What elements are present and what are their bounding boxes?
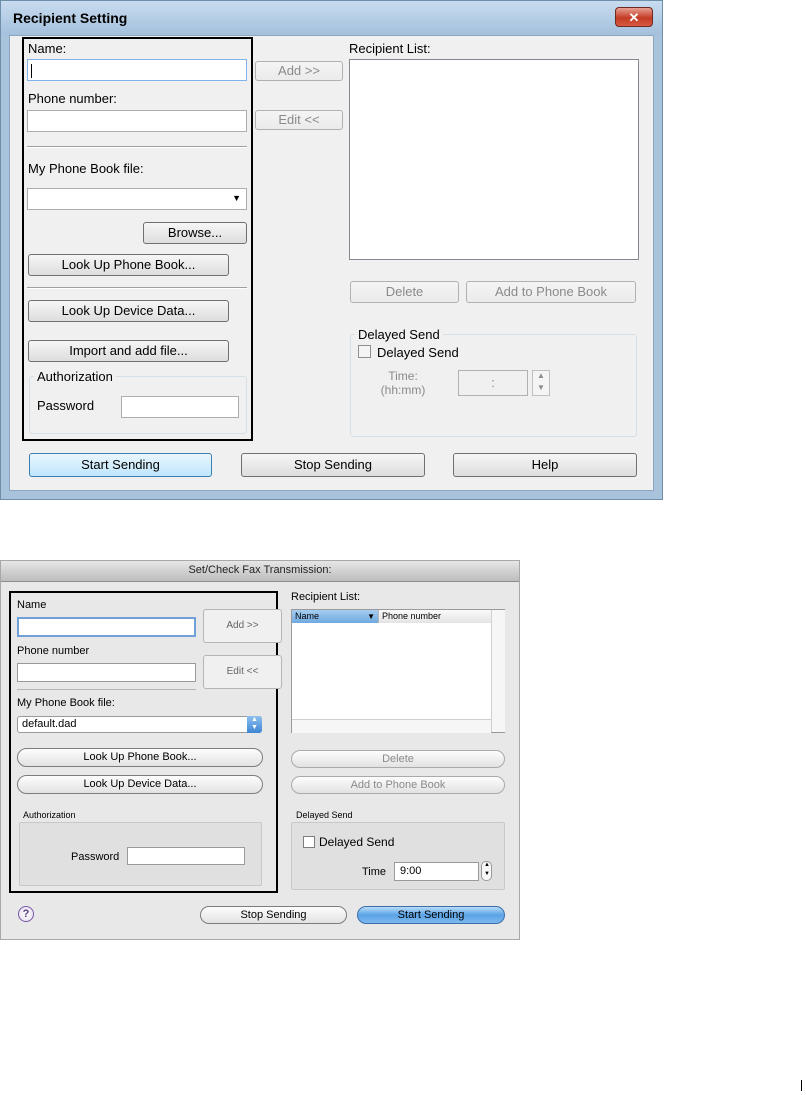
time-spinner[interactable]: ▲ ▼ bbox=[532, 370, 550, 396]
spin-down-icon[interactable]: ▼ bbox=[537, 383, 545, 392]
phone-number-input[interactable] bbox=[27, 110, 247, 132]
password-label: Password bbox=[71, 851, 120, 863]
edit-button[interactable]: Edit << bbox=[203, 655, 282, 689]
import-and-add-file-button[interactable]: Import and add file... bbox=[28, 340, 229, 362]
recipient-list-label: Recipient List: bbox=[291, 591, 361, 603]
authorization-label: Authorization bbox=[23, 810, 76, 820]
delayed-send-checkbox[interactable] bbox=[303, 836, 315, 848]
phone-number-label: Phone number: bbox=[28, 91, 117, 106]
authorization-label: Authorization bbox=[34, 369, 116, 384]
password-input[interactable] bbox=[121, 396, 239, 418]
column-header-name[interactable]: Name ▼ bbox=[292, 610, 378, 623]
text-caret bbox=[31, 64, 32, 78]
stop-sending-button[interactable]: Stop Sending bbox=[200, 906, 347, 924]
name-label: Name bbox=[17, 599, 47, 611]
name-label: Name: bbox=[28, 41, 67, 56]
add-button[interactable]: Add >> bbox=[203, 609, 282, 643]
password-input[interactable] bbox=[127, 847, 245, 865]
delayed-send-group-label: Delayed Send bbox=[355, 327, 443, 342]
spin-up-icon[interactable]: ▲ bbox=[537, 371, 545, 380]
help-button[interactable]: Help bbox=[453, 453, 637, 477]
edit-button[interactable]: Edit << bbox=[255, 110, 343, 130]
phone-number-input[interactable] bbox=[17, 663, 196, 682]
password-label: Password bbox=[37, 398, 95, 413]
window-title: Set/Check Fax Transmission: bbox=[188, 564, 332, 576]
step-down-icon[interactable]: ▼ bbox=[484, 871, 490, 877]
time-input[interactable]: : bbox=[458, 370, 528, 396]
phone-number-label: Phone number bbox=[17, 645, 90, 657]
look-up-device-data-button[interactable]: Look Up Device Data... bbox=[17, 775, 263, 794]
delayed-send-checkbox-label: Delayed Send bbox=[377, 345, 459, 360]
column-header-phone-number[interactable]: Phone number bbox=[378, 610, 491, 623]
recipient-list-label: Recipient List: bbox=[349, 41, 431, 56]
separator bbox=[17, 689, 196, 690]
start-sending-button[interactable]: Start Sending bbox=[357, 906, 505, 924]
dropdown-arrow-icon: ▼ bbox=[232, 193, 241, 203]
time-stepper[interactable]: ▲ ▼ bbox=[481, 861, 492, 881]
time-input[interactable]: 9:00 bbox=[394, 862, 479, 881]
set-check-fax-transmission-window: Set/Check Fax Transmission: Name Phone n… bbox=[0, 560, 520, 940]
add-to-phone-book-button[interactable]: Add to Phone Book bbox=[466, 281, 636, 303]
name-input[interactable] bbox=[17, 617, 196, 637]
close-icon: ✕ bbox=[628, 10, 640, 25]
browse-button[interactable]: Browse... bbox=[143, 222, 247, 244]
window-title: Recipient Setting bbox=[13, 10, 128, 26]
recipient-setting-window: Recipient Setting ✕ Name: Phone number: … bbox=[0, 0, 663, 500]
recipient-list[interactable]: Name ▼ Phone number bbox=[291, 609, 505, 733]
close-button[interactable]: ✕ bbox=[615, 7, 653, 27]
delayed-send-checkbox[interactable] bbox=[358, 345, 371, 358]
separator bbox=[27, 146, 247, 148]
start-sending-button[interactable]: Start Sending bbox=[29, 453, 212, 477]
time-label: Time bbox=[362, 866, 387, 878]
name-input[interactable] bbox=[27, 59, 247, 81]
help-icon[interactable]: ? bbox=[18, 906, 34, 922]
phone-book-file-label: My Phone Book file: bbox=[28, 161, 144, 176]
step-up-icon[interactable]: ▲ bbox=[484, 862, 490, 868]
add-to-phone-book-button[interactable]: Add to Phone Book bbox=[291, 776, 505, 794]
delete-button[interactable]: Delete bbox=[291, 750, 505, 768]
add-button[interactable]: Add >> bbox=[255, 61, 343, 81]
delayed-send-checkbox-label: Delayed Send bbox=[319, 835, 395, 849]
sort-arrow-icon: ▼ bbox=[367, 612, 375, 621]
phone-book-file-select[interactable]: default.dad ▲ ▼ bbox=[17, 716, 262, 733]
stop-sending-button[interactable]: Stop Sending bbox=[241, 453, 425, 477]
time-format-label: (hh:mm) bbox=[380, 383, 426, 397]
popup-arrows-icon: ▲ ▼ bbox=[247, 716, 262, 733]
phone-book-file-label: My Phone Book file: bbox=[17, 697, 115, 709]
delayed-send-group-label: Delayed Send bbox=[296, 810, 353, 820]
recipient-list[interactable] bbox=[349, 59, 639, 260]
separator bbox=[27, 287, 247, 289]
scrollbar[interactable] bbox=[491, 610, 505, 732]
time-label: Time: bbox=[388, 369, 418, 383]
phone-book-file-select[interactable]: ▼ bbox=[27, 188, 247, 210]
delete-button[interactable]: Delete bbox=[350, 281, 459, 303]
horizontal-scrollbar[interactable] bbox=[292, 719, 491, 733]
page-edge-mark bbox=[801, 1080, 802, 1091]
look-up-phone-book-button[interactable]: Look Up Phone Book... bbox=[28, 254, 229, 276]
look-up-device-data-button[interactable]: Look Up Device Data... bbox=[28, 300, 229, 322]
look-up-phone-book-button[interactable]: Look Up Phone Book... bbox=[17, 748, 263, 767]
